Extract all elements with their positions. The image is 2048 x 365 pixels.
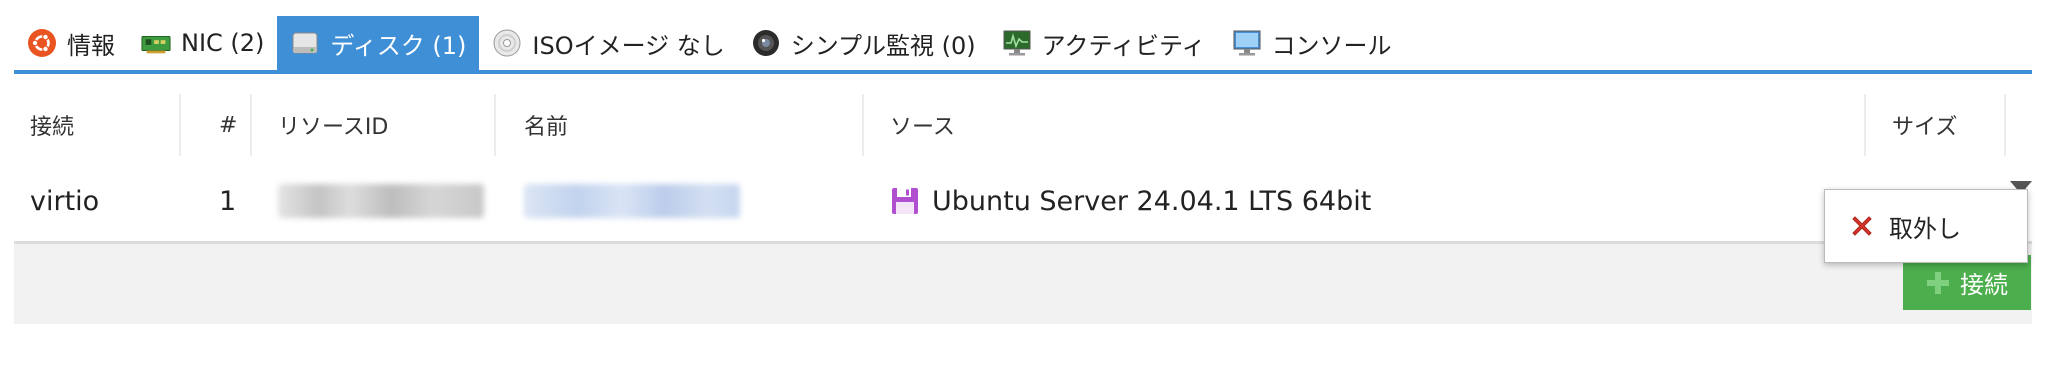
menu-item-detach[interactable]: 取外し xyxy=(1825,190,2027,262)
column-divider xyxy=(2004,94,2006,156)
menu-item-label: 取外し xyxy=(1889,214,1961,243)
column-divider xyxy=(862,94,864,156)
column-header-name[interactable]: 名前 xyxy=(508,94,868,156)
resource-id-cell xyxy=(262,160,484,242)
column-header-size[interactable]: サイズ xyxy=(1876,94,2016,156)
tab-activity[interactable]: アクティビティ xyxy=(989,16,1219,70)
name-cell[interactable] xyxy=(508,160,740,242)
column-header-connection[interactable]: 接続 xyxy=(14,94,179,156)
column-header-resource-id[interactable]: リソースID xyxy=(262,94,502,156)
redacted-resource-id xyxy=(278,184,484,218)
row-actions-menu: 取外し xyxy=(1824,189,2028,263)
source-label: Ubuntu Server 24.04.1 LTS 64bit xyxy=(932,185,1372,217)
tab-label: コンソール xyxy=(1271,31,1392,60)
table-row[interactable]: virtio 1 Ubuntu Server 24.04.1 LTS 64bit… xyxy=(14,160,2032,242)
disk-table-header: 接続 # リソースID 名前 ソース サイズ xyxy=(14,94,2032,156)
attach-button-label: 接続 xyxy=(1960,271,2008,299)
index-cell: 1 xyxy=(219,185,237,217)
console-icon xyxy=(1232,28,1262,58)
redacted-name-link[interactable] xyxy=(524,184,740,218)
source-cell: Ubuntu Server 24.04.1 LTS 64bit xyxy=(874,160,1371,242)
nic-icon xyxy=(141,28,171,58)
ubuntu-icon xyxy=(27,28,57,58)
tab-console[interactable]: コンソール xyxy=(1219,16,1405,70)
floppy-disk-icon xyxy=(890,186,920,216)
tab-bar: 情報 NIC (2) ディスク (1) ISOイメージ なし シンプル監視 (0… xyxy=(14,16,2032,74)
remove-x-icon xyxy=(1849,213,1875,239)
column-divider xyxy=(250,94,252,156)
tab-label: シンプル監視 (0) xyxy=(790,31,976,60)
tab-nic[interactable]: NIC (2) xyxy=(128,16,277,70)
tab-label: ISOイメージ なし xyxy=(532,31,725,60)
disk-icon xyxy=(290,28,320,58)
plus-icon xyxy=(1926,271,1950,295)
tab-disk[interactable]: ディスク (1) xyxy=(277,16,480,70)
tab-simple-monitor[interactable]: シンプル監視 (0) xyxy=(738,16,989,70)
tab-iso[interactable]: ISOイメージ なし xyxy=(479,16,737,70)
connection-cell: virtio xyxy=(30,185,100,217)
column-header-source[interactable]: ソース xyxy=(874,94,1874,156)
tab-label: 情報 xyxy=(67,31,115,60)
activity-monitor-icon xyxy=(1002,28,1032,58)
camera-icon xyxy=(751,28,781,58)
tab-info[interactable]: 情報 xyxy=(14,16,128,70)
tab-label: NIC (2) xyxy=(181,29,265,57)
attach-button[interactable]: 接続 xyxy=(1903,255,2031,310)
cdrom-icon xyxy=(492,28,522,58)
column-divider xyxy=(1864,94,1866,156)
table-footer xyxy=(14,241,2032,324)
column-divider xyxy=(179,94,181,156)
column-divider xyxy=(494,94,496,156)
tab-label: ディスク (1) xyxy=(330,31,467,60)
tab-label: アクティビティ xyxy=(1041,31,1206,60)
column-header-index[interactable]: # xyxy=(203,94,261,156)
